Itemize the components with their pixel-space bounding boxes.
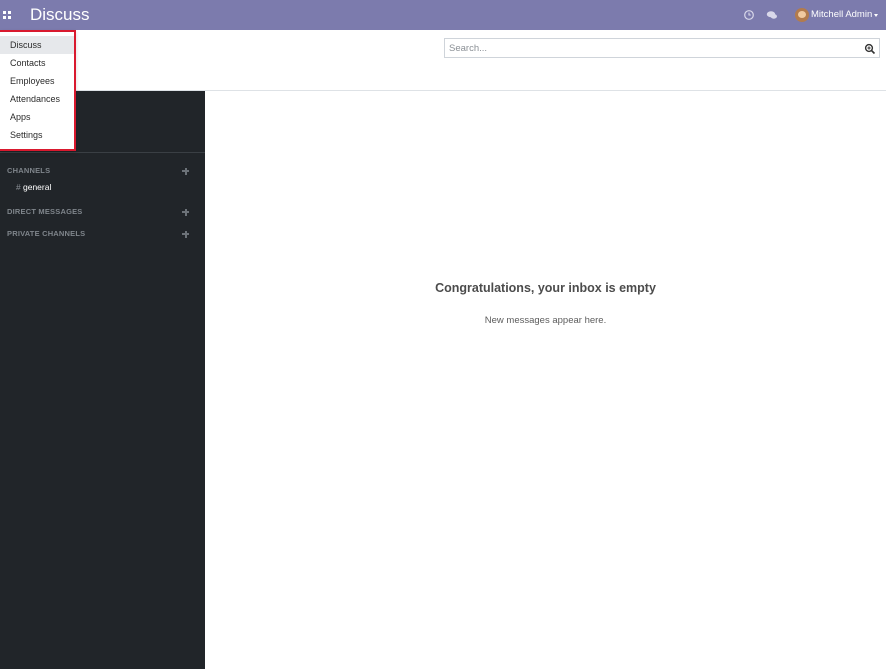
channel-item-general[interactable]: # general bbox=[0, 181, 205, 195]
channel-name: general bbox=[23, 182, 52, 192]
clock-icon[interactable] bbox=[742, 8, 756, 22]
search-icon[interactable] bbox=[864, 42, 876, 55]
message-thread: Congratulations, your inbox is empty New… bbox=[205, 91, 886, 669]
menu-item-attendances[interactable]: Attendances bbox=[0, 90, 74, 108]
chat-bubbles-icon[interactable] bbox=[765, 8, 779, 22]
avatar bbox=[795, 8, 809, 22]
apps-menu-button[interactable] bbox=[0, 0, 14, 30]
menu-item-apps[interactable]: Apps bbox=[0, 108, 74, 126]
user-name: Mitchell Admin bbox=[811, 9, 873, 20]
app-title: Discuss bbox=[30, 5, 90, 24]
empty-inbox-title: Congratulations, your inbox is empty bbox=[435, 281, 656, 295]
add-channel-icon[interactable] bbox=[181, 164, 190, 178]
section-private-channels-label[interactable]: PRIVATE CHANNELS bbox=[7, 229, 85, 238]
section-private-channels: PRIVATE CHANNELS bbox=[7, 227, 197, 241]
menu-item-employees[interactable]: Employees bbox=[0, 72, 74, 90]
section-direct-messages-label[interactable]: DIRECT MESSAGES bbox=[7, 207, 83, 216]
top-navbar: Discuss Mitchell Admin bbox=[0, 0, 886, 30]
search-input[interactable] bbox=[445, 39, 855, 57]
caret-down-icon bbox=[874, 14, 878, 17]
discuss-sidebar: CHANNELS # general DIRECT MESSAGES PRIVA… bbox=[0, 91, 205, 669]
menu-item-discuss[interactable]: Discuss bbox=[0, 36, 74, 54]
apps-dropdown-menu: Discuss Contacts Employees Attendances A… bbox=[0, 30, 76, 151]
add-private-channel-icon[interactable] bbox=[181, 227, 190, 241]
control-panel bbox=[0, 30, 886, 91]
section-direct-messages: DIRECT MESSAGES bbox=[7, 205, 197, 219]
apps-grid-icon bbox=[3, 11, 11, 19]
section-channels-label[interactable]: CHANNELS bbox=[7, 166, 50, 175]
sidebar-divider bbox=[0, 152, 205, 153]
menu-item-contacts[interactable]: Contacts bbox=[0, 54, 74, 72]
add-direct-message-icon[interactable] bbox=[181, 205, 190, 219]
search-box bbox=[444, 38, 880, 58]
section-channels: CHANNELS bbox=[7, 164, 197, 178]
menu-item-settings[interactable]: Settings bbox=[0, 126, 74, 144]
empty-inbox-subtitle: New messages appear here. bbox=[484, 315, 607, 326]
channel-hash-icon: # bbox=[16, 182, 21, 192]
